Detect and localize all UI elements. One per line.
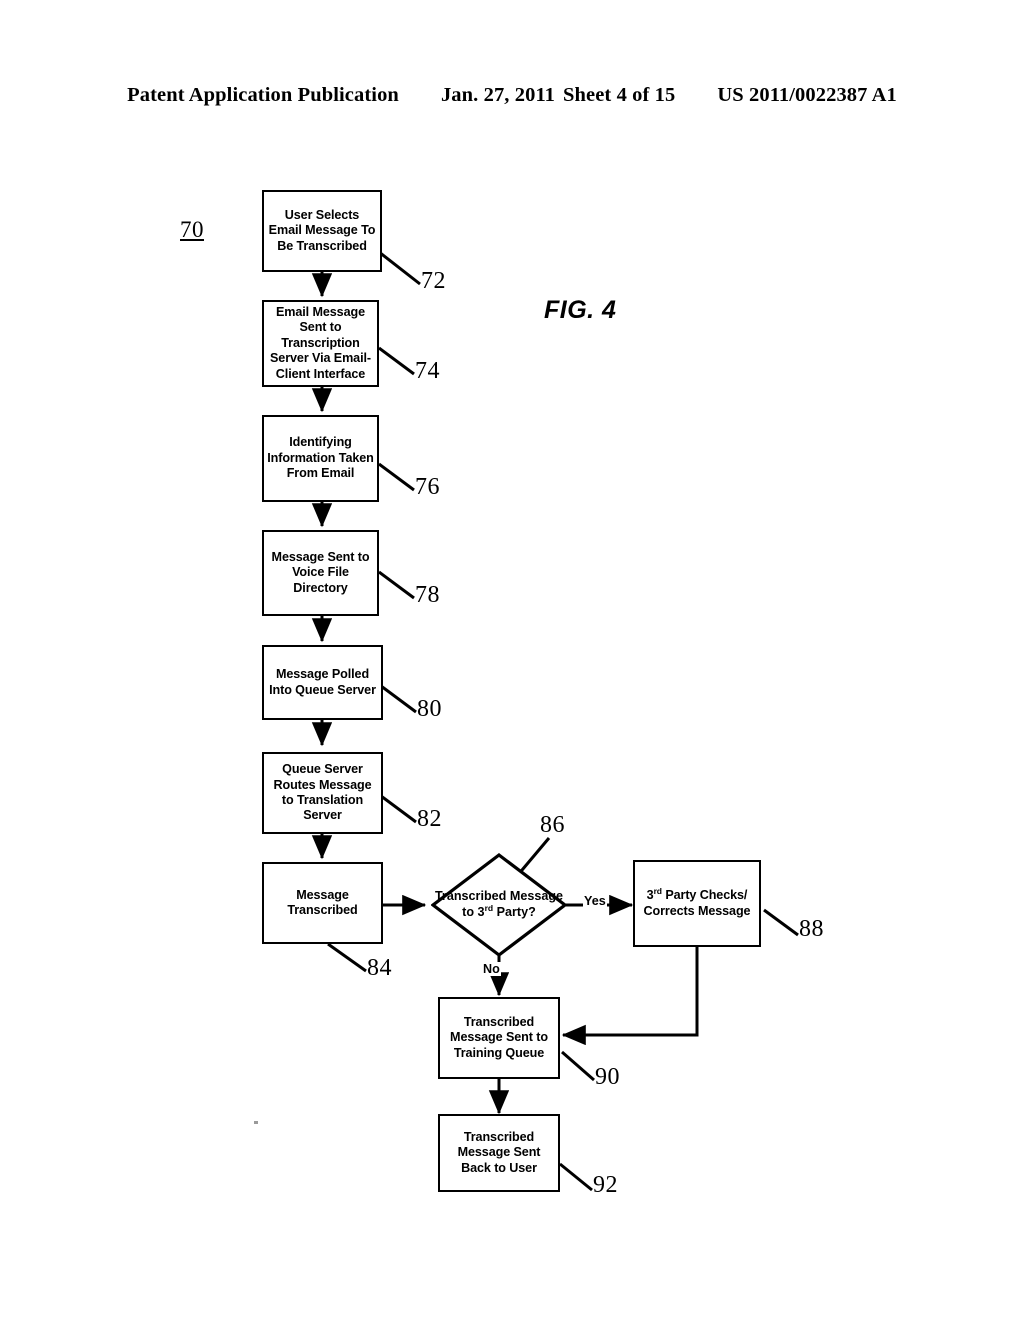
- flow-node-label: Email Message Sent to Transcription Serv…: [270, 304, 371, 381]
- diagram-reference-number: 70: [180, 217, 204, 242]
- header-publication-title: Patent Application Publication: [127, 84, 399, 106]
- branch-label-no: No: [482, 962, 501, 976]
- callout-88: 88: [799, 916, 824, 942]
- header-publication-date: Jan. 27, 2011: [440, 84, 556, 106]
- header-sheet-number: Sheet 4 of 15: [563, 84, 676, 106]
- flow-node-message-sent-to-voice-file-directory[interactable]: Message Sent to Voice File Directory: [262, 530, 379, 616]
- header-patent-number: US 2011/0022387 A1: [717, 84, 897, 106]
- branch-label-yes: Yes: [583, 894, 607, 908]
- flow-node-label: Transcribed Message Sent to Training Que…: [450, 1014, 548, 1060]
- callout-72: 72: [421, 268, 446, 294]
- patent-figure-page: Patent Application Publication Jan. 27, …: [0, 0, 1024, 1320]
- flow-node-transcribed-message-sent-back-to-user[interactable]: Transcribed Message Sent Back to User: [438, 1114, 560, 1192]
- callout-86: 86: [540, 812, 565, 838]
- flow-node-label: Message Sent to Voice File Directory: [271, 549, 370, 595]
- flow-node-email-sent-to-transcription-server[interactable]: Email Message Sent to Transcription Serv…: [262, 300, 379, 387]
- callout-82: 82: [417, 806, 442, 832]
- flow-node-label: 3rd Party Checks/ Corrects Message: [638, 885, 756, 919]
- flow-node-message-transcribed[interactable]: Message Transcribed: [262, 862, 383, 944]
- diamond-shape: [431, 853, 567, 957]
- callout-90: 90: [595, 1064, 620, 1090]
- flow-node-identifying-information-taken[interactable]: Identifying Information Taken From Email: [262, 415, 379, 502]
- flow-node-third-party-checks-corrects-message[interactable]: 3rd Party Checks/ Corrects Message: [633, 860, 761, 947]
- flow-node-transcribed-message-sent-to-training-queue[interactable]: Transcribed Message Sent to Training Que…: [438, 997, 560, 1079]
- flow-node-label: User Selects Email Message To Be Transcr…: [268, 207, 376, 253]
- publication-header: Patent Application Publication Jan. 27, …: [0, 84, 1024, 107]
- flow-node-label: Queue Server Routes Message to Translati…: [273, 762, 372, 823]
- scan-artifact-speck: [254, 1121, 258, 1124]
- callout-92: 92: [593, 1172, 618, 1198]
- flow-node-label: Message Transcribed: [287, 887, 358, 917]
- node-text-ordinal: rd: [653, 885, 662, 896]
- flow-node-label: Transcribed Message Sent Back to User: [457, 1129, 541, 1175]
- flow-node-label: Identifying Information Taken From Email: [267, 435, 374, 481]
- flow-node-user-selects-email[interactable]: User Selects Email Message To Be Transcr…: [262, 190, 382, 272]
- flow-node-queue-server-routes-message[interactable]: Queue Server Routes Message to Translati…: [262, 752, 383, 834]
- figure-label: FIG. 4: [544, 296, 617, 324]
- callout-80: 80: [417, 696, 442, 722]
- node-text-pre: 3: [646, 888, 654, 903]
- flow-node-label: Message Polled Into Queue Server: [269, 667, 376, 697]
- callout-84: 84: [367, 955, 392, 981]
- callout-78: 78: [415, 582, 440, 608]
- callout-74: 74: [415, 358, 440, 384]
- flow-node-message-polled-into-queue-server[interactable]: Message Polled Into Queue Server: [262, 645, 383, 720]
- callout-76: 76: [415, 474, 440, 500]
- flow-node-transcribed-message-to-third-party-decision[interactable]: Transcribed Message to 3rd Party?: [431, 853, 567, 957]
